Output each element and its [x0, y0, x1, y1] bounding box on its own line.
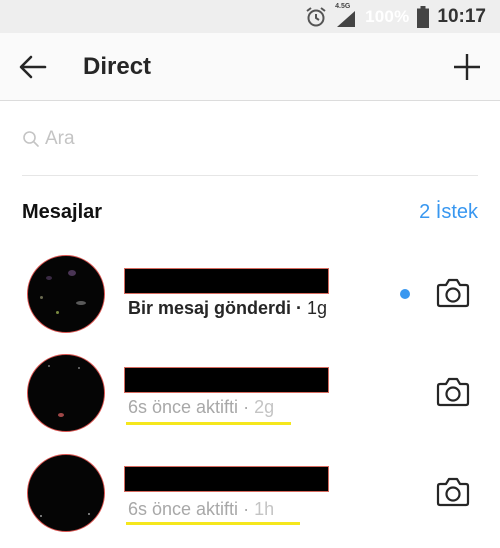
status-text: Bir mesaj gönderdi — [128, 298, 292, 318]
thread-row[interactable]: Bir mesaj gönderdi · 1g — [0, 240, 500, 340]
avatar — [27, 255, 105, 333]
contact-name-redacted — [124, 268, 329, 294]
thread-status: 6s önce aktifti · 2g — [128, 397, 274, 418]
status-text: 6s önce aktifti — [128, 499, 239, 519]
status-text: 6s önce aktifti — [128, 397, 239, 417]
clock: 10:17 — [437, 5, 486, 27]
contact-name-redacted — [124, 367, 329, 393]
timestamp: 2g — [254, 397, 275, 417]
thread-status: Bir mesaj gönderdi · 1g — [128, 298, 327, 319]
search-input[interactable] — [45, 127, 445, 150]
timestamp: 1h — [254, 499, 275, 519]
thread-status: 6s önce aktifti · 1h — [128, 499, 274, 520]
app-bar: Direct — [0, 33, 500, 101]
avatar — [27, 454, 105, 532]
camera-icon — [436, 477, 470, 507]
battery-percent: 100% — [365, 6, 410, 26]
highlight-underline — [126, 522, 300, 525]
separator: · — [238, 499, 255, 519]
messages-section-header: Mesajlar 2 İstek — [22, 198, 478, 226]
unread-dot — [400, 289, 410, 299]
thread-row[interactable]: 6s önce aktifti · 2g — [0, 345, 500, 445]
requests-link[interactable]: 2 İstek — [419, 201, 478, 224]
signal-icon: 4.5G — [335, 3, 357, 29]
separator: · — [238, 397, 255, 417]
new-message-button[interactable] — [452, 52, 482, 82]
camera-icon — [436, 278, 470, 308]
camera-icon — [436, 377, 470, 407]
camera-button[interactable] — [436, 377, 470, 407]
separator: · — [291, 298, 308, 318]
search-icon — [23, 130, 39, 147]
contact-name-redacted — [124, 466, 329, 492]
avatar — [27, 354, 105, 432]
arrow-left-icon — [19, 55, 47, 79]
camera-button[interactable] — [436, 278, 470, 308]
thread-row[interactable]: 6s önce aktifti · 1h — [0, 445, 500, 545]
status-bar: 4.5G 100% 10:17 — [0, 0, 500, 33]
alarm-icon — [305, 6, 327, 28]
section-title: Mesajlar — [22, 200, 103, 223]
camera-button[interactable] — [436, 477, 470, 507]
battery-icon — [417, 5, 430, 28]
plus-icon — [454, 54, 480, 80]
highlight-underline — [126, 422, 291, 425]
search-bar — [22, 120, 478, 176]
back-button[interactable] — [18, 53, 48, 81]
page-title: Direct — [83, 53, 152, 80]
timestamp: 1g — [307, 298, 328, 318]
